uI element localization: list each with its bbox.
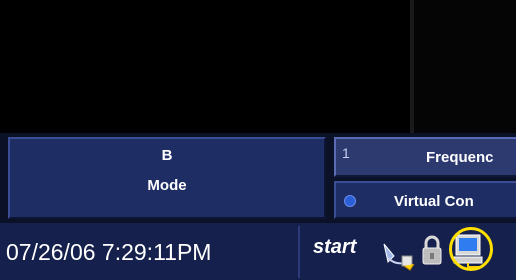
- frequency-button[interactable]: 1 Frequenc: [334, 137, 516, 177]
- mode-button-subtitle: Mode: [147, 177, 187, 194]
- highlight-circle: [449, 227, 493, 271]
- datetime-display: 07/26/06 7:29:11PM: [6, 239, 212, 265]
- image-viewport-right: [414, 0, 516, 133]
- virtual-convex-label: Virtual Con: [394, 193, 474, 210]
- frequency-index: 1: [342, 145, 350, 161]
- status-divider: [298, 226, 300, 278]
- mode-button-title: B: [161, 147, 173, 164]
- status-led-icon: [344, 195, 356, 207]
- b-mode-button[interactable]: B Mode: [8, 137, 326, 219]
- frequency-label: Frequenc: [426, 149, 494, 166]
- usb-device-icon[interactable]: [380, 238, 416, 272]
- image-viewport-left: [0, 0, 410, 133]
- virtual-convex-button[interactable]: Virtual Con: [334, 181, 516, 219]
- start-button[interactable]: start: [313, 236, 356, 259]
- lock-icon: [422, 235, 442, 265]
